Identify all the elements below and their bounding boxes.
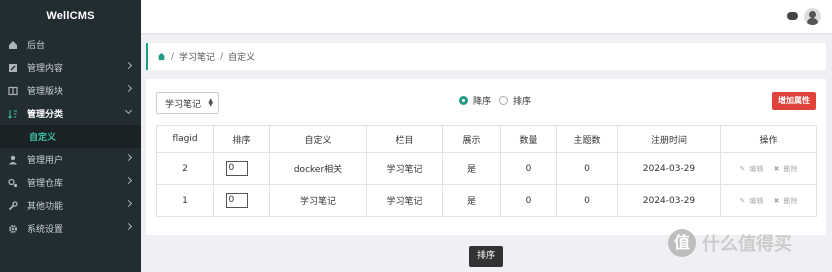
cell-name: 学习笔记 [269,184,367,217]
sidebar-subitem-custom[interactable]: 自定义 [0,125,141,148]
chevron-right-icon [124,199,133,208]
sort-order-radios: 降序 排序 [459,94,539,107]
cell-order: 0 [213,152,270,185]
breadcrumb-separator: / [220,51,224,62]
cell-column: 学习笔记 [366,152,443,185]
breadcrumb-item[interactable]: 学习笔记 [179,50,215,63]
sidebar-item-dashboard[interactable]: 后台 [0,33,141,56]
sidebar-item-label: 管理内容 [27,64,64,74]
edit-icon: ✎ [739,196,746,205]
cell-actions: ✎ 编辑 ✖ 删除 [720,184,817,217]
sidebar: WellCMS 后台 管理内容 管理版块 管理分类 自定义 管理用户 管理仓库 … [0,0,141,272]
category-select-value: 学习笔记 [165,99,202,110]
edit-icon [8,63,18,73]
category-select[interactable]: 学习笔记 ▲ ▼ [156,92,219,114]
home-icon[interactable] [157,52,166,61]
chevron-right-icon [124,153,133,162]
cell-flagid: 2 [156,152,214,185]
breadcrumb-item: 自定义 [228,53,256,63]
radio-desc-label: 降序 [473,97,492,107]
column-header: 注册时间 [617,125,721,153]
watermark-badge: 值 [668,229,696,257]
chevron-down-icon [124,106,133,115]
sidebar-item-label: 后台 [27,41,46,51]
table-row: 2 0 docker相关 学习笔记 是 0 0 2024-03-29 ✎ 编辑 ✖… [156,152,817,185]
sidebar-item-label: 管理仓库 [27,179,64,189]
cell-order: 0 [213,184,270,217]
watermark: 值 什么值得买 [668,228,828,258]
edit-link[interactable]: ✎ 编辑 [738,197,766,205]
select-arrows-icon: ▲ ▼ [208,97,213,108]
user-icon [8,155,18,165]
cell-show: 是 [442,184,501,217]
chevron-right-icon [124,176,133,185]
radio-desc[interactable] [459,96,468,105]
column-header: 主题数 [556,125,618,153]
wrench-icon [8,200,18,211]
radio-asc-label: 排序 [513,97,532,107]
chevron-right-icon [124,84,133,93]
app-logo[interactable]: WellCMS [0,0,141,33]
delete-link[interactable]: ✖ 删除 [772,165,800,173]
chevron-right-icon [124,222,133,231]
chevron-right-icon [124,61,133,70]
column-header: 数量 [500,125,557,153]
radio-asc[interactable] [499,96,509,105]
avatar[interactable] [804,8,821,25]
column-header: 操作 [720,125,817,153]
table-row: 1 0 学习笔记 学习笔记 是 0 0 2024-03-29 ✎ 编辑 ✖ 删除 [156,184,817,217]
gear-icon [8,224,18,234]
cell-show: 是 [442,152,501,185]
flag-table: flagid 排序 自定义 栏目 展示 数量 主题数 注册时间 操作 2 0 d… [156,125,817,217]
close-icon: ✖ [773,164,780,173]
cell-actions: ✎ 编辑 ✖ 删除 [720,152,817,185]
add-attribute-button[interactable]: 增加属性 [772,92,816,110]
cloud-download-icon[interactable] [787,12,798,20]
column-header: 自定义 [269,125,367,153]
cogs-icon [8,178,18,188]
sidebar-item-label: 系统设置 [27,225,64,235]
sidebar-item-other[interactable]: 其他功能 [0,194,141,217]
column-header: flagid [156,125,214,153]
cell-column: 学习笔记 [366,184,443,217]
order-input[interactable]: 0 [225,161,248,176]
watermark-text: 什么值得买 [702,234,792,255]
delete-link[interactable]: ✖ 删除 [772,197,800,205]
column-header: 展示 [442,125,501,153]
sidebar-item-categories[interactable]: 管理分类 [0,102,141,125]
sidebar-item-label: 管理分类 [27,110,64,120]
main-panel: 学习笔记 ▲ ▼ 降序 排序 增加属性 flagid 排序 自定义 栏目 展示 数… [146,79,826,235]
cell-date: 2024-03-29 [617,152,721,185]
cell-count: 0 [500,184,557,217]
cell-flagid: 1 [156,184,214,217]
edit-link[interactable]: ✎ 编辑 [738,165,766,173]
cell-threads: 0 [556,184,618,217]
sidebar-item-settings[interactable]: 系统设置 [0,217,141,240]
sort-icon [8,109,18,119]
sidebar-item-label: 管理版块 [27,87,64,97]
sidebar-item-label: 其他功能 [27,202,64,212]
cell-threads: 0 [556,152,618,185]
sidebar-item-forums[interactable]: 管理版块 [0,79,141,102]
sidebar-item-content[interactable]: 管理内容 [0,56,141,79]
order-input[interactable]: 0 [225,193,248,208]
sort-submit-button[interactable]: 排序 [469,246,503,267]
top-bar [141,0,832,33]
dashboard-icon [8,40,18,50]
breadcrumb-separator: / [171,51,175,62]
sidebar-item-label: 管理用户 [27,156,64,166]
close-icon: ✖ [773,196,780,205]
edit-icon: ✎ [739,164,746,173]
cell-count: 0 [500,152,557,185]
cell-name: docker相关 [269,152,367,185]
sidebar-item-storage[interactable]: 管理仓库 [0,171,141,194]
table-header-row: flagid 排序 自定义 栏目 展示 数量 主题数 注册时间 操作 [156,125,817,153]
column-header: 排序 [213,125,270,153]
breadcrumb: / 学习笔记 / 自定义 [146,43,826,70]
column-header: 栏目 [366,125,443,153]
cell-date: 2024-03-29 [617,184,721,217]
columns-icon [8,86,18,96]
sidebar-item-users[interactable]: 管理用户 [0,148,141,171]
